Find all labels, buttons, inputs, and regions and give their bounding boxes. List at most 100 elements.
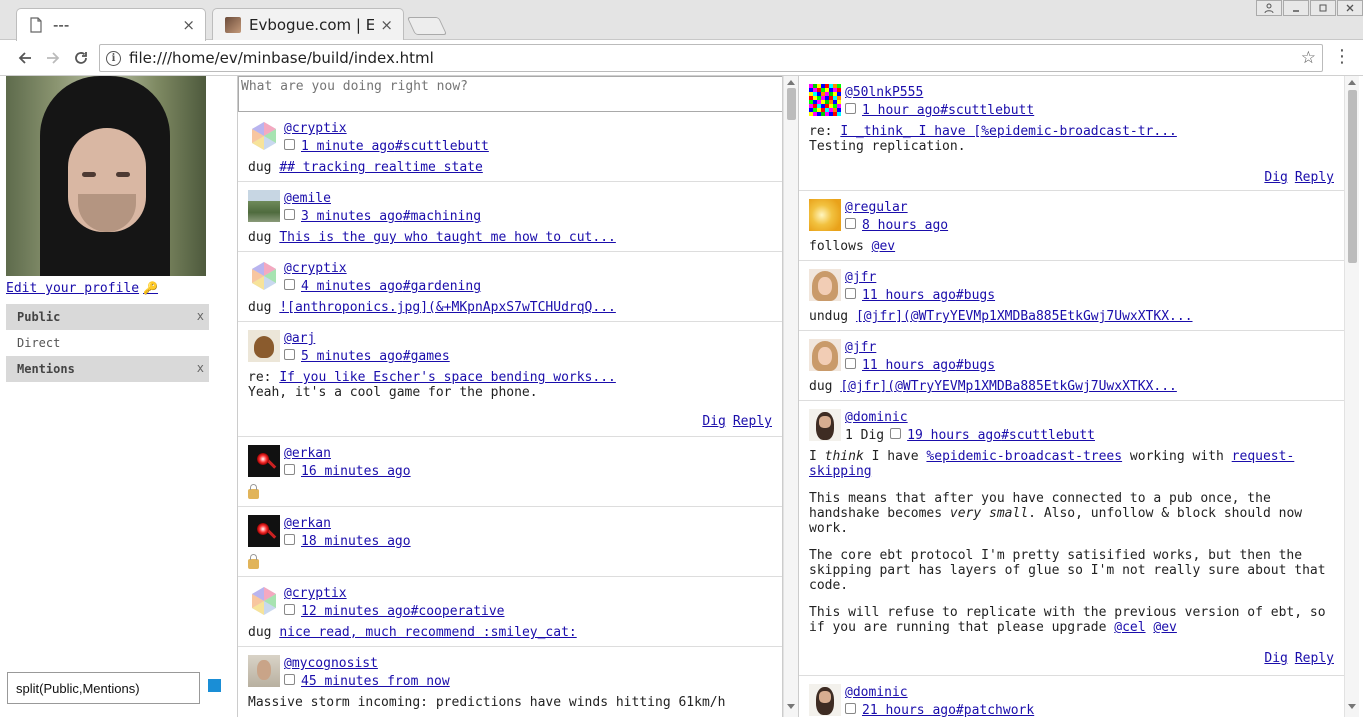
avatar[interactable] (809, 199, 841, 231)
timestamp-link[interactable]: 8 hours ago (862, 217, 948, 235)
author-link[interactable]: @mycognosist (284, 655, 450, 673)
avatar[interactable] (809, 684, 841, 716)
tab-evbogue[interactable]: Evbogue.com | Ev × (212, 8, 404, 41)
avatar[interactable] (248, 120, 280, 152)
message-link[interactable]: I _think_ I have [%epidemic-broadcast-tr… (840, 124, 1177, 139)
address-bar[interactable]: i file:///home/ev/minbase/build/index.ht… (99, 44, 1323, 72)
reply-button[interactable]: Reply (1295, 651, 1334, 666)
timestamp-link[interactable]: 4 minutes ago (301, 278, 403, 296)
avatar[interactable] (248, 655, 280, 687)
timestamp-link[interactable]: 1 minute ago (301, 138, 395, 156)
author-link[interactable]: @cryptix (284, 120, 489, 138)
avatar[interactable] (809, 409, 841, 441)
channel-link[interactable]: #machining (403, 208, 481, 226)
scroll-thumb[interactable] (1348, 90, 1357, 263)
back-arrow-icon[interactable] (13, 46, 37, 70)
select-checkbox[interactable] (284, 603, 295, 615)
kebab-menu-icon[interactable]: ⋮ (1333, 48, 1351, 66)
close-feed-icon[interactable]: x (197, 309, 204, 323)
channel-link[interactable]: #patchwork (956, 702, 1034, 717)
timestamp-link[interactable]: 16 minutes ago (301, 463, 411, 481)
message-link[interactable]: ![anthroponics.jpg](&+MKpnApxS7wTCHUdrqQ… (279, 300, 616, 315)
select-checkbox[interactable] (845, 357, 856, 369)
author-link[interactable]: @arj (284, 330, 450, 348)
reply-button[interactable]: Reply (733, 414, 772, 429)
split-submit-button[interactable] (208, 679, 221, 692)
tab-close-icon[interactable]: × (380, 16, 393, 34)
avatar[interactable] (248, 515, 280, 547)
message-link[interactable]: ## tracking realtime state (279, 160, 483, 175)
timestamp-link[interactable]: 11 hours ago (862, 287, 956, 305)
scroll-up-icon[interactable] (1348, 80, 1356, 85)
select-checkbox[interactable] (284, 278, 295, 290)
message-link[interactable]: [@jfr](@WTryYEVMp1XMDBa885EtkGwj7UwxXTKX… (856, 309, 1193, 324)
channel-link[interactable]: #games (403, 348, 450, 366)
message-link[interactable]: nice read, much recommend :smiley_cat: (279, 625, 576, 640)
close-window-icon[interactable] (1337, 0, 1363, 16)
select-checkbox[interactable] (284, 533, 295, 545)
scroll-up-icon[interactable] (787, 80, 795, 85)
select-checkbox[interactable] (284, 463, 295, 475)
feed-tab-public[interactable]: Public x (6, 304, 209, 330)
avatar[interactable] (248, 260, 280, 292)
author-link[interactable]: @erkan (284, 445, 411, 463)
left-scrollbar[interactable] (783, 76, 798, 717)
profile-icon[interactable] (1256, 0, 1282, 16)
star-icon[interactable]: ☆ (1301, 48, 1316, 68)
author-link[interactable]: @jfr (845, 339, 995, 357)
mention-link[interactable]: @ev (872, 239, 895, 254)
select-checkbox[interactable] (284, 673, 295, 685)
timestamp-link[interactable]: 1 hour ago (862, 102, 940, 120)
dig-button[interactable]: Dig (1264, 651, 1287, 666)
mention-link[interactable]: @cel (1114, 620, 1145, 635)
channel-link[interactable]: #cooperative (411, 603, 505, 621)
author-link[interactable]: @emile (284, 190, 481, 208)
timestamp-link[interactable]: 45 minutes from now (301, 673, 450, 691)
author-link[interactable]: @cryptix (284, 260, 481, 278)
select-checkbox[interactable] (284, 348, 295, 360)
avatar[interactable] (248, 190, 280, 222)
feed-tab-mentions[interactable]: Mentions x (6, 356, 209, 382)
avatar[interactable] (809, 339, 841, 371)
dig-button[interactable]: Dig (1264, 170, 1287, 185)
author-link[interactable]: @dominic (845, 684, 1034, 702)
channel-link[interactable]: #gardening (403, 278, 481, 296)
timestamp-link[interactable]: 5 minutes ago (301, 348, 403, 366)
timestamp-link[interactable]: 12 minutes ago (301, 603, 411, 621)
right-scrollbar[interactable] (1344, 76, 1359, 717)
timestamp-link[interactable]: 11 hours ago (862, 357, 956, 375)
scroll-down-icon[interactable] (1348, 704, 1356, 709)
author-link[interactable]: @regular (845, 199, 948, 217)
channel-link[interactable]: #scuttlebutt (1001, 427, 1095, 445)
scroll-down-icon[interactable] (787, 704, 795, 709)
channel-link[interactable]: #bugs (956, 287, 995, 305)
author-link[interactable]: @dominic (845, 409, 1095, 427)
channel-link[interactable]: #scuttlebutt (940, 102, 1034, 120)
edit-profile-link[interactable]: Edit your profile 🔑 (6, 281, 210, 296)
message-link[interactable]: This is the guy who taught me how to cut… (279, 230, 616, 245)
mention-link[interactable]: @ev (1153, 620, 1176, 635)
compose-input[interactable] (238, 76, 782, 112)
info-icon[interactable]: i (106, 50, 121, 66)
author-link[interactable]: @erkan (284, 515, 411, 533)
reload-icon[interactable] (69, 46, 93, 70)
select-checkbox[interactable] (284, 138, 295, 150)
select-checkbox[interactable] (845, 287, 856, 299)
avatar[interactable] (809, 269, 841, 301)
split-command-input[interactable] (7, 672, 200, 704)
avatar[interactable] (248, 585, 280, 617)
select-checkbox[interactable] (845, 102, 856, 114)
channel-link[interactable]: #bugs (956, 357, 995, 375)
reply-button[interactable]: Reply (1295, 170, 1334, 185)
forward-arrow-icon[interactable] (41, 46, 65, 70)
avatar[interactable] (809, 84, 841, 116)
select-checkbox[interactable] (284, 208, 295, 220)
message-link[interactable]: If you like Escher's space bending works… (279, 370, 616, 385)
author-link[interactable]: @cryptix (284, 585, 505, 603)
tab-current[interactable]: --- × (16, 8, 206, 41)
channel-link[interactable]: #scuttlebutt (395, 138, 489, 156)
timestamp-link[interactable]: 21 hours ago (862, 702, 956, 717)
timestamp-link[interactable]: 18 minutes ago (301, 533, 411, 551)
timestamp-link[interactable]: 3 minutes ago (301, 208, 403, 226)
new-tab-button[interactable] (406, 17, 448, 35)
